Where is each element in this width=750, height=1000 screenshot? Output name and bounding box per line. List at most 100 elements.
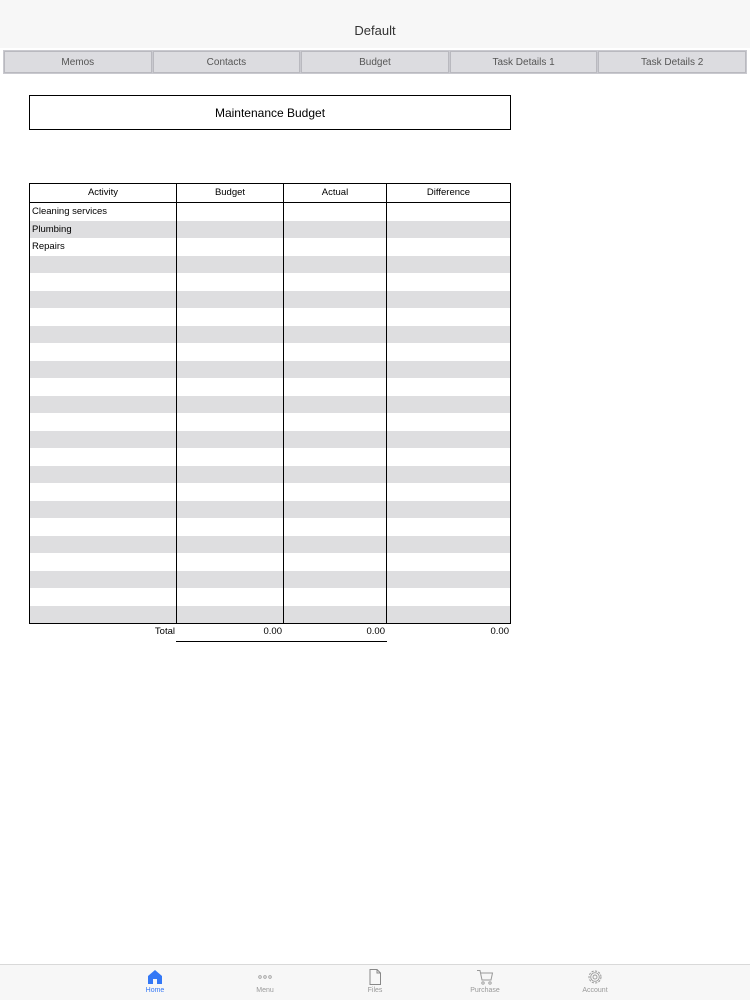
column-header-budget[interactable]: Budget	[177, 184, 284, 202]
cell-actual[interactable]	[284, 360, 387, 378]
cell-activity[interactable]	[30, 325, 177, 343]
cell-difference[interactable]	[387, 431, 510, 449]
cell-actual[interactable]	[284, 605, 387, 623]
cell-actual[interactable]	[284, 500, 387, 518]
nav-menu[interactable]: Menu	[235, 968, 295, 994]
cell-actual[interactable]	[284, 448, 387, 466]
cell-actual[interactable]	[284, 203, 387, 221]
cell-actual[interactable]	[284, 255, 387, 273]
cell-difference[interactable]	[387, 256, 510, 274]
cell-difference[interactable]	[387, 606, 510, 624]
cell-activity[interactable]	[30, 255, 177, 273]
cell-activity[interactable]	[30, 518, 177, 536]
cell-difference[interactable]	[387, 343, 510, 361]
cell-budget[interactable]	[177, 413, 284, 431]
cell-budget[interactable]	[177, 325, 284, 343]
cell-actual[interactable]	[284, 570, 387, 588]
cell-activity[interactable]	[30, 413, 177, 431]
cell-budget[interactable]	[177, 518, 284, 536]
cell-actual[interactable]	[284, 553, 387, 571]
cell-actual[interactable]	[284, 518, 387, 536]
cell-activity[interactable]	[30, 500, 177, 518]
total-budget-value[interactable]: 0.00	[264, 626, 283, 637]
cell-activity[interactable]	[30, 605, 177, 623]
cell-difference[interactable]	[387, 571, 510, 589]
cell-activity[interactable]	[30, 395, 177, 413]
cell-activity[interactable]: Repairs	[30, 238, 177, 256]
tab-memos[interactable]: Memos	[4, 51, 152, 73]
cell-actual[interactable]	[284, 238, 387, 256]
nav-home[interactable]: Home	[125, 968, 185, 994]
cell-budget[interactable]	[177, 360, 284, 378]
cell-activity[interactable]	[30, 343, 177, 361]
cell-difference[interactable]	[387, 588, 510, 606]
cell-difference[interactable]	[387, 413, 510, 431]
cell-actual[interactable]	[284, 273, 387, 291]
cell-activity[interactable]	[30, 360, 177, 378]
cell-difference[interactable]	[387, 326, 510, 344]
cell-budget[interactable]	[177, 273, 284, 291]
tab-task-details-2[interactable]: Task Details 2	[598, 51, 746, 73]
cell-activity[interactable]	[30, 430, 177, 448]
cell-difference[interactable]	[387, 396, 510, 414]
cell-budget[interactable]	[177, 255, 284, 273]
cell-actual[interactable]	[284, 290, 387, 308]
cell-actual[interactable]	[284, 308, 387, 326]
nav-purchase[interactable]: Purchase	[455, 968, 515, 994]
cell-difference[interactable]	[387, 466, 510, 484]
cell-budget[interactable]	[177, 430, 284, 448]
cell-difference[interactable]	[387, 378, 510, 396]
cell-budget[interactable]	[177, 448, 284, 466]
cell-budget[interactable]	[177, 465, 284, 483]
cell-difference[interactable]	[387, 308, 510, 326]
cell-difference[interactable]	[387, 483, 510, 501]
cell-activity[interactable]	[30, 570, 177, 588]
cell-difference[interactable]	[387, 238, 510, 256]
cell-difference[interactable]	[387, 448, 510, 466]
cell-actual[interactable]	[284, 220, 387, 238]
cell-activity[interactable]	[30, 483, 177, 501]
cell-budget[interactable]	[177, 343, 284, 361]
cell-difference[interactable]	[387, 291, 510, 309]
cell-budget[interactable]	[177, 220, 284, 238]
cell-activity[interactable]	[30, 308, 177, 326]
cell-difference[interactable]	[387, 273, 510, 291]
total-difference-value[interactable]: 0.00	[491, 626, 510, 637]
cell-actual[interactable]	[284, 343, 387, 361]
cell-difference[interactable]	[387, 553, 510, 571]
cell-activity[interactable]	[30, 588, 177, 606]
cell-difference[interactable]	[387, 203, 510, 221]
column-header-actual[interactable]: Actual	[284, 184, 387, 202]
cell-budget[interactable]	[177, 290, 284, 308]
cell-activity[interactable]	[30, 535, 177, 553]
sheet-title-cell[interactable]: Maintenance Budget	[29, 95, 511, 130]
cell-difference[interactable]	[387, 518, 510, 536]
cell-actual[interactable]	[284, 325, 387, 343]
cell-budget[interactable]	[177, 395, 284, 413]
cell-actual[interactable]	[284, 395, 387, 413]
cell-activity[interactable]	[30, 290, 177, 308]
cell-budget[interactable]	[177, 588, 284, 606]
cell-difference[interactable]	[387, 536, 510, 554]
cell-actual[interactable]	[284, 535, 387, 553]
cell-activity[interactable]	[30, 448, 177, 466]
cell-budget[interactable]	[177, 203, 284, 221]
total-actual-value[interactable]: 0.00	[367, 626, 386, 637]
cell-budget[interactable]	[177, 500, 284, 518]
tab-task-details-1[interactable]: Task Details 1	[449, 51, 598, 73]
cell-activity[interactable]: Cleaning services	[30, 203, 177, 221]
cell-activity[interactable]: Plumbing	[30, 220, 177, 238]
cell-budget[interactable]	[177, 483, 284, 501]
cell-actual[interactable]	[284, 413, 387, 431]
nav-account[interactable]: Account	[565, 968, 625, 994]
cell-actual[interactable]	[284, 378, 387, 396]
cell-budget[interactable]	[177, 605, 284, 623]
cell-actual[interactable]	[284, 483, 387, 501]
column-header-difference[interactable]: Difference	[387, 184, 510, 202]
cell-activity[interactable]	[30, 465, 177, 483]
tab-budget[interactable]: Budget	[301, 51, 449, 73]
nav-files[interactable]: Files	[345, 968, 405, 994]
cell-budget[interactable]	[177, 553, 284, 571]
cell-budget[interactable]	[177, 308, 284, 326]
cell-budget[interactable]	[177, 238, 284, 256]
